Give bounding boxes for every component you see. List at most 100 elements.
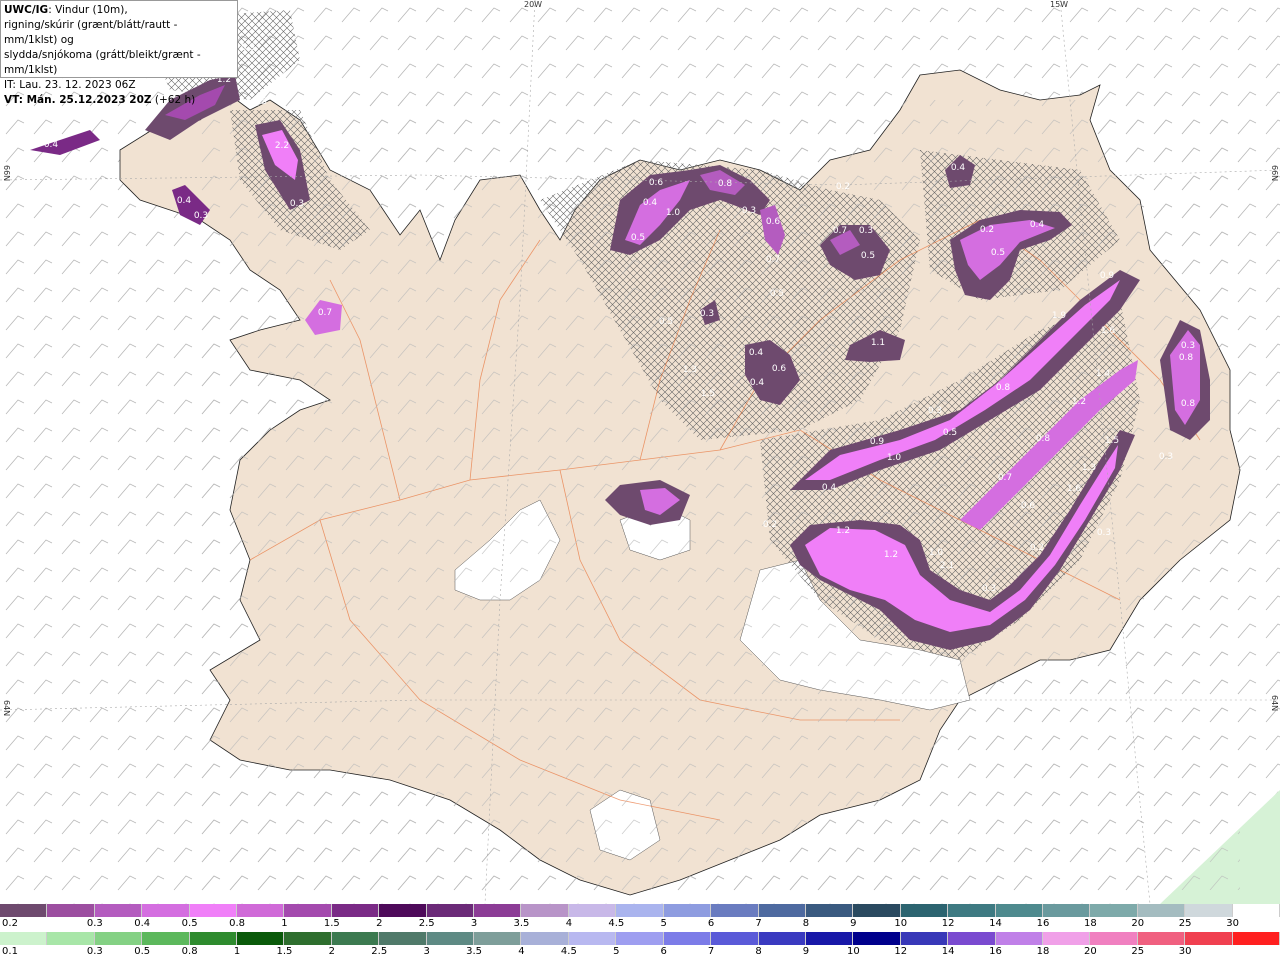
precip-label: 0.8 <box>718 179 733 189</box>
precip-label: 0.3 <box>290 199 304 209</box>
legend-swatch <box>474 932 522 945</box>
legend-tick-label: 20 <box>1083 946 1097 957</box>
legend-tick-label: 0.3 <box>86 946 103 957</box>
precip-label: 0.2 <box>1030 543 1044 553</box>
legend-tick-label: 25 <box>1131 946 1145 957</box>
legend-swatch <box>47 932 95 945</box>
model-name: UWC/IG <box>4 4 49 16</box>
legend-swatch <box>521 932 569 945</box>
legend-tick-label: 0.8 <box>229 918 245 929</box>
precip-label: 0.4 <box>44 140 59 150</box>
valid-time-offset: (+62 h) <box>151 94 196 106</box>
precip-label: 0.6 <box>649 178 664 188</box>
precip-label: 0.5 <box>659 317 673 327</box>
legend-tick-label: 8 <box>802 918 810 929</box>
legend-swatch <box>426 932 475 945</box>
legend-swatch <box>711 904 759 917</box>
legend-swatch <box>379 904 427 917</box>
legend-swatch <box>331 904 380 917</box>
legend-tick-label: 0.4 <box>134 918 151 929</box>
legend-tick-label: 12 <box>894 946 908 957</box>
legend-tick-label: 3 <box>470 918 478 929</box>
legend-tick-label: 16 <box>989 946 1002 957</box>
legend-swatch <box>805 904 854 917</box>
precip-label: 0.8 <box>1036 434 1051 444</box>
grid-label-20w: 20W <box>524 0 543 9</box>
precip-label: 1.4 <box>1096 369 1111 379</box>
info-line-1-rest: : Vindur (10m), <box>48 4 128 16</box>
legend-tick-label: 14 <box>941 946 955 957</box>
legend-tick-label: 10 <box>894 918 908 929</box>
legend-swatch <box>568 904 617 917</box>
legend-tick-label: 1.5 <box>323 918 340 929</box>
precip-label: 1.3 <box>683 365 697 375</box>
legend-tick-label: 2 <box>328 946 336 957</box>
legend-tick-label: 9 <box>802 946 810 957</box>
legend-tick-label: 0.2 <box>2 918 18 929</box>
legend-tick-label: 16 <box>1036 918 1050 929</box>
legend-swatch <box>189 904 238 917</box>
precip-label: 0.8 <box>996 383 1011 393</box>
legend-tick-label: 12 <box>941 918 955 929</box>
legend-tick-label: 5 <box>660 918 667 929</box>
legend-tick-label: 18 <box>1083 918 1097 929</box>
precip-label: 0.5 <box>770 289 784 299</box>
legend-tick-label: 4.5 <box>608 918 625 929</box>
legend-swatch <box>1090 904 1138 917</box>
precip-label: 1.9 <box>1052 311 1067 321</box>
precip-label: 0.4 <box>822 483 837 493</box>
precip-label: 0.2 <box>836 182 850 192</box>
legend-swatch <box>853 932 901 945</box>
legend-swatch <box>663 932 712 945</box>
precip-label: 0.4 <box>177 196 192 206</box>
legend-swatch <box>616 904 664 917</box>
legend-swatch <box>1090 932 1138 945</box>
precip-label: 1.0 <box>929 548 944 558</box>
legend-swatch <box>521 904 569 917</box>
precip-label: 0.2 <box>763 520 777 530</box>
legend-tick-label: 6 <box>660 946 667 957</box>
precip-label: 0.7 <box>833 226 847 236</box>
legend-tick-label: 9 <box>850 918 857 929</box>
legend-swatch <box>331 932 380 945</box>
legend-tick-label: 2 <box>376 918 383 929</box>
precip-label: 0.3 <box>928 406 942 416</box>
precip-label: 0.4 <box>1030 220 1045 230</box>
precip-label: 0.4 <box>951 163 966 173</box>
grid-label-66n-left: 66N <box>2 165 11 182</box>
precip-label: 1.2 <box>884 550 898 560</box>
legend-swatch <box>758 904 806 917</box>
precip-label: 0.6 <box>766 217 781 227</box>
precip-label: 2.1 <box>940 561 954 571</box>
precip-label: 0.2 <box>980 225 994 235</box>
color-legend: 0.2 0.3 0.4 0.5 0.8 1 1.5 2 2.5 3 3.5 4 4.5 5 6 7 8 9 10 12… <box>0 904 1280 960</box>
map-info-box: UWC/IG: Vindur (10m), rigning/skúrir (gr… <box>0 0 238 106</box>
precip-label: 1.0 <box>666 208 681 218</box>
valid-time: VT: Mán. 25.12.2023 20Z (+62 h) <box>4 93 234 108</box>
legend-swatch <box>1042 932 1091 945</box>
legend-swatch <box>189 932 238 945</box>
precip-label: 0.5 <box>991 248 1005 258</box>
legend-swatch <box>711 932 759 945</box>
legend-tick-label: 0.3 <box>86 918 103 929</box>
legend-swatch <box>1185 932 1233 945</box>
legend-swatch <box>1232 932 1280 945</box>
legend-tick-label: 7 <box>707 946 715 957</box>
precip-label: 2.2 <box>275 141 289 151</box>
legend-swatch <box>237 904 285 917</box>
legend-swatch <box>142 904 190 917</box>
legend-swatch <box>805 932 854 945</box>
legend-swatch <box>663 904 712 917</box>
init-time: IT: Lau. 23. 12. 2023 06Z <box>4 79 136 91</box>
grid-label-64n-right: 64N <box>1270 695 1279 712</box>
precip-label: 0.8 <box>1179 353 1194 363</box>
legend-swatch <box>995 932 1043 945</box>
legend-tick-label: 4 <box>518 946 525 957</box>
precip-label: 0.7 <box>318 308 332 318</box>
legend-tick-label: 30 <box>1178 946 1192 957</box>
precip-label: 1.1 <box>871 338 885 348</box>
precip-label: 0.7 <box>766 255 780 265</box>
legend-tick-label: 4 <box>565 918 573 929</box>
precip-label: 0.6 <box>772 364 787 374</box>
precip-label: 0.3 <box>1181 341 1195 351</box>
